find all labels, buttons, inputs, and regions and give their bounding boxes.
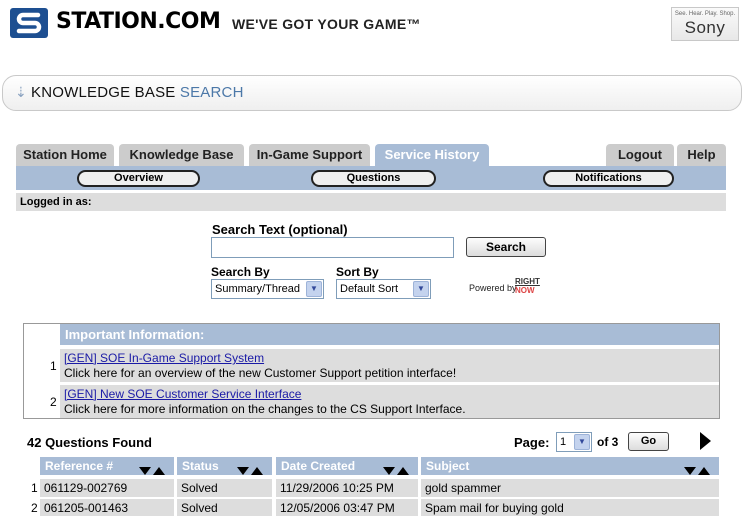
kb-search-banner: ⇣ KNOWLEDGE BASE SEARCH — [2, 75, 742, 111]
sony-tagline: See. Hear. Play. Shop. — [674, 11, 736, 17]
sort-by-select[interactable]: Default Sort ▼ — [336, 279, 431, 299]
kb-search-title: KNOWLEDGE BASE SEARCH — [31, 84, 244, 101]
rightnow-logo-part2: NOW — [515, 286, 535, 295]
info-item: [GEN] New SOE Customer Service Interface… — [60, 385, 719, 418]
sony-logo[interactable]: See. Hear. Play. Shop. Sony — [671, 7, 739, 41]
tab-knowledge-base[interactable]: Knowledge Base — [119, 144, 244, 166]
search-input[interactable] — [211, 237, 454, 258]
column-header-reference[interactable]: Reference # — [40, 457, 174, 475]
tab-help[interactable]: Help — [677, 144, 726, 166]
cell-status: Solved — [177, 479, 272, 497]
logged-in-label: Logged in as: — [16, 193, 726, 211]
cell-subject[interactable]: Spam mail for buying gold — [421, 499, 719, 516]
column-header-label: Reference # — [45, 459, 114, 473]
sort-arrows-icon[interactable] — [684, 462, 714, 475]
tab-logout[interactable]: Logout — [606, 144, 674, 166]
cell-date: 11/29/2006 10:25 PM — [276, 479, 418, 497]
info-item-description: Click here for an overview of the new Cu… — [64, 366, 457, 380]
info-item-link[interactable]: [GEN] SOE In-Game Support System — [64, 351, 719, 366]
tab-service-history[interactable]: Service History — [375, 144, 489, 166]
search-by-label: Search By — [211, 265, 270, 279]
sort-arrows-icon[interactable] — [237, 462, 267, 475]
search-by-select[interactable]: Summary/Thread ▼ — [211, 279, 324, 299]
info-item-description: Click here for more information on the c… — [64, 402, 466, 416]
column-header-label: Date Created — [281, 459, 356, 473]
page-label: Page: — [514, 435, 550, 450]
column-header-subject[interactable]: Subject — [421, 457, 719, 475]
page-total: of 3 — [597, 435, 619, 449]
site-header: STATION.COM WE'VE GOT YOUR GAME™ See. He… — [0, 0, 746, 50]
row-number: 1 — [31, 481, 38, 495]
search-button[interactable]: Search — [466, 237, 546, 257]
sort-arrows-icon[interactable] — [139, 462, 169, 475]
cell-date: 12/05/2006 03:47 PM — [276, 499, 418, 516]
next-page-icon[interactable] — [700, 432, 711, 450]
rightnow-logo-part1: RIGHT — [515, 277, 540, 286]
kb-title-part2: SEARCH — [179, 84, 244, 101]
tab-in-game-support[interactable]: In-Game Support — [249, 144, 370, 166]
info-item-number: 1 — [50, 359, 57, 373]
tab-station-home[interactable]: Station Home — [16, 144, 114, 166]
cell-subject[interactable]: gold spammer — [421, 479, 719, 497]
results-count: 42 Questions Found — [27, 435, 152, 450]
info-item-link[interactable]: [GEN] New SOE Customer Service Interface — [64, 387, 719, 402]
important-info-heading: Important Information: — [60, 324, 719, 345]
row-number: 2 — [31, 501, 38, 515]
powered-by-label: Powered by — [469, 283, 517, 293]
go-button[interactable]: Go — [628, 432, 669, 451]
cell-reference[interactable]: 061205-001463 — [40, 499, 174, 516]
column-header-label: Subject — [426, 459, 470, 473]
search-text-label: Search Text (optional) — [212, 222, 348, 237]
station-logo-icon[interactable] — [10, 8, 48, 38]
kb-title-part1: KNOWLEDGE BASE — [31, 84, 176, 101]
chevron-down-icon[interactable]: ▼ — [413, 281, 429, 297]
sort-arrows-icon[interactable] — [383, 462, 413, 475]
chevron-down-icon[interactable]: ▼ — [306, 281, 322, 297]
subnav-overview[interactable]: Overview — [77, 170, 200, 187]
site-logo-text[interactable]: STATION.COM — [56, 9, 221, 34]
column-header-date[interactable]: Date Created — [276, 457, 418, 475]
column-header-label: Status — [182, 459, 219, 473]
info-item-number: 2 — [50, 395, 57, 409]
info-item: [GEN] SOE In-Game Support System Click h… — [60, 349, 719, 382]
chevron-down-icon[interactable]: ▼ — [574, 434, 590, 450]
sort-by-label: Sort By — [336, 265, 379, 279]
sony-name: Sony — [684, 18, 726, 37]
site-tagline: WE'VE GOT YOUR GAME™ — [232, 16, 421, 32]
search-by-value: Summary/Thread — [215, 283, 300, 295]
cell-status: Solved — [177, 499, 272, 516]
column-header-status[interactable]: Status — [177, 457, 272, 475]
page-select[interactable]: 1 ▼ — [556, 432, 592, 452]
page-select-value: 1 — [560, 436, 567, 448]
subnav-questions[interactable]: Questions — [311, 170, 436, 187]
rightnow-logo[interactable]: RIGHT NOW — [515, 277, 540, 295]
cell-reference[interactable]: 061129-002769 — [40, 479, 174, 497]
sort-by-value: Default Sort — [340, 283, 399, 295]
subnav-notifications[interactable]: Notifications — [543, 170, 674, 187]
kb-arrow-icon: ⇣ — [15, 84, 27, 100]
